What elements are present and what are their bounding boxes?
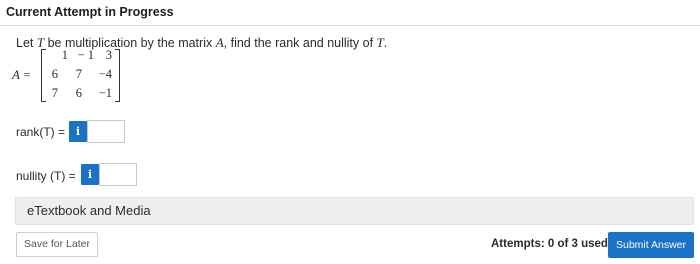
matrix-cell: 6 <box>51 67 58 81</box>
nullity-input[interactable] <box>99 163 137 186</box>
matrix-label: A = <box>12 67 31 83</box>
question-part: . <box>383 36 388 50</box>
matrix-cell: 7 <box>75 67 82 81</box>
matrix-cell: −1 <box>98 86 112 100</box>
matrix-cell: 6 <box>75 86 82 100</box>
question-var-a: A <box>215 35 224 50</box>
matrix-cell: 3 <box>105 48 112 62</box>
question-part: Let <box>16 36 37 50</box>
header-divider <box>0 25 700 26</box>
question-var-t: T <box>376 35 384 50</box>
matrix-cell: 7 <box>51 86 58 100</box>
etextbook-media-panel[interactable]: eTextbook and Media <box>15 197 694 225</box>
question-part: , find the rank and nullity of <box>223 36 377 50</box>
matrix-cell: −4 <box>98 67 112 81</box>
rank-input[interactable] <box>87 120 125 143</box>
matrix-equals: = <box>19 67 31 82</box>
rank-label: rank(T) = <box>16 125 66 139</box>
attempts-counter: Attempts: 0 of 3 used <box>491 238 608 250</box>
page-title: Current Attempt in Progress <box>6 5 174 19</box>
matrix-cell: 1 <box>61 48 68 62</box>
nullity-label: nullity (T) = <box>16 169 76 183</box>
rank-info-icon[interactable]: i <box>69 121 87 142</box>
matrix-right-bracket <box>115 49 120 102</box>
matrix-var: A <box>12 67 20 82</box>
save-for-later-button[interactable]: Save for Later <box>16 232 98 257</box>
nullity-info-icon[interactable]: i <box>81 164 99 185</box>
submit-answer-button[interactable]: Submit Answer <box>608 232 694 258</box>
